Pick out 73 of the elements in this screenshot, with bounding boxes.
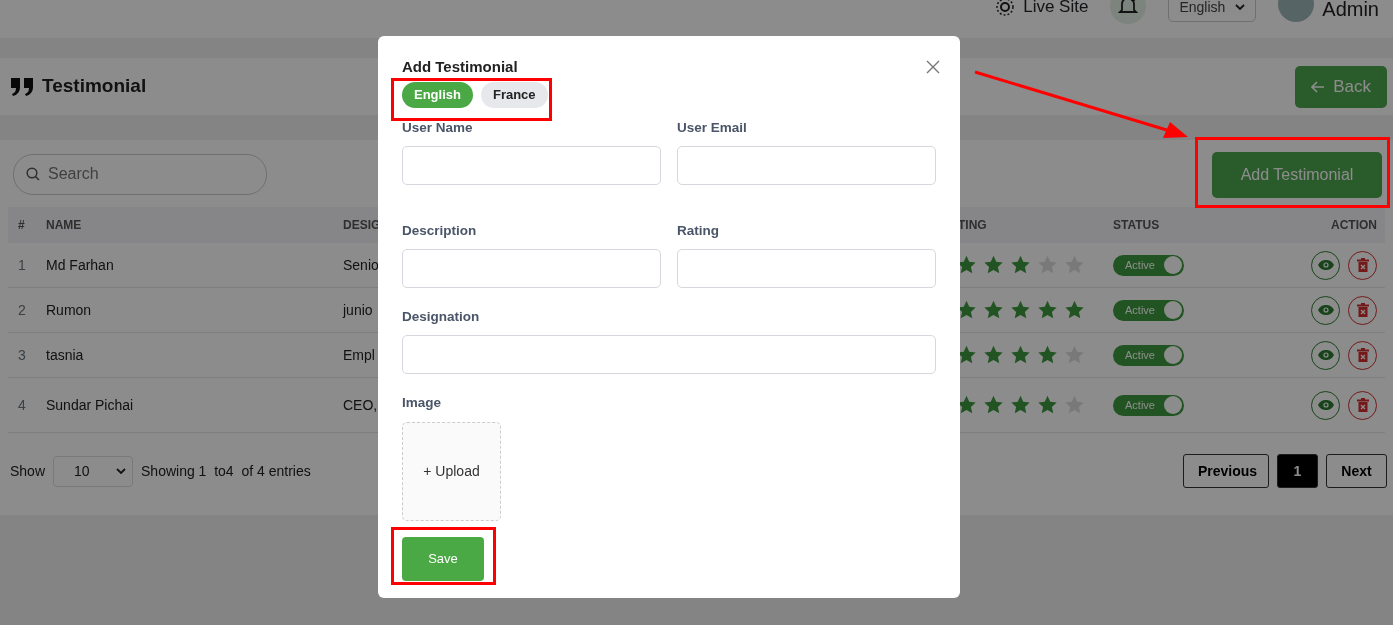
input-field[interactable] xyxy=(402,145,661,185)
user-name[interactable]: Admin xyxy=(1322,0,1379,24)
eye-icon xyxy=(1316,259,1335,271)
status-toggle[interactable]: Active xyxy=(1113,394,1184,416)
status-toggle[interactable]: Active xyxy=(1113,254,1184,276)
table-cell-text: 4 xyxy=(17,395,27,415)
view-button[interactable] xyxy=(1311,340,1340,370)
table-cell-text: Sundar Pichai xyxy=(46,395,135,415)
show-label: Show xyxy=(10,461,46,481)
status-toggle[interactable]: Active xyxy=(1113,344,1184,366)
table-cell: CEO, xyxy=(343,396,378,413)
column-header: STATUS xyxy=(1113,218,1160,232)
add-testimonial-button[interactable]: Add Testimonial xyxy=(1212,152,1382,198)
table-cell-text: 2 xyxy=(17,300,27,320)
table-cell-text: tasnia xyxy=(46,345,85,365)
table-cell-text: Rumon xyxy=(46,300,93,320)
sun-icon xyxy=(995,0,1016,17)
delete-button[interactable] xyxy=(1348,340,1377,370)
trash-icon xyxy=(1356,348,1369,362)
table-cell: junio xyxy=(343,301,373,318)
column-header: # xyxy=(18,218,25,232)
column-header: NAME xyxy=(46,218,82,232)
search-input[interactable]: Search xyxy=(46,161,246,187)
language-select[interactable]: English xyxy=(1168,0,1257,22)
input-field[interactable] xyxy=(402,335,936,375)
trash-icon xyxy=(1356,303,1369,317)
page-button[interactable]: 1 xyxy=(1277,454,1318,488)
view-button[interactable] xyxy=(1311,250,1340,280)
chevron-icon xyxy=(1235,3,1246,11)
delete-button[interactable] xyxy=(1348,250,1377,280)
status-toggle[interactable]: Active xyxy=(1113,299,1184,321)
trash-icon xyxy=(1356,398,1369,412)
field-label: Description xyxy=(402,221,478,240)
delete-button[interactable] xyxy=(1348,390,1377,420)
eye-icon xyxy=(1316,399,1335,411)
eye-icon xyxy=(1316,349,1335,361)
next-button[interactable]: Next xyxy=(1326,454,1387,488)
table-cell-text: 3 xyxy=(17,345,27,365)
table-cell-text: 1 xyxy=(17,255,27,275)
search-icon xyxy=(26,167,40,181)
table-cell: Empl xyxy=(343,346,375,363)
language-tab[interactable]: France xyxy=(480,81,548,108)
page-size-select[interactable]: 10 xyxy=(53,455,134,487)
field-label: Rating xyxy=(677,221,720,240)
column-header: TING xyxy=(958,218,987,232)
back-button[interactable]: Back xyxy=(1295,65,1387,108)
previous-button[interactable]: Previous xyxy=(1183,454,1269,488)
upload-button[interactable]: + Upload xyxy=(402,421,501,521)
input-field[interactable] xyxy=(677,145,936,185)
eye-icon xyxy=(1316,304,1335,316)
quote-icon xyxy=(10,76,34,97)
search-field[interactable]: Search xyxy=(13,153,267,195)
view-button[interactable] xyxy=(1311,295,1340,325)
page-title: Testimonial xyxy=(42,74,147,99)
entries-info: Showing 1 to4 of 4 entries xyxy=(141,461,311,481)
field-label: Designation xyxy=(402,308,481,326)
column-header: ACTION xyxy=(1331,218,1377,232)
chevron-icon xyxy=(116,467,127,475)
field-label: User Name xyxy=(402,118,474,137)
input-field[interactable] xyxy=(402,249,661,288)
field-label: User Email xyxy=(677,118,748,137)
trash-icon xyxy=(1356,258,1369,272)
table-cell-text: Md Farhan xyxy=(46,255,115,275)
arrow-left-icon xyxy=(1311,80,1326,93)
input-field[interactable] xyxy=(677,249,936,288)
table-cell: Senio xyxy=(343,256,379,273)
language-tab[interactable]: English xyxy=(402,81,473,108)
field-label: Image xyxy=(402,394,443,413)
save-button[interactable]: Save xyxy=(402,536,484,581)
delete-button[interactable] xyxy=(1348,295,1377,325)
view-button[interactable] xyxy=(1311,390,1340,420)
modal-title: Add Testimonial xyxy=(402,58,518,75)
live-site-link[interactable]: Live Site xyxy=(995,0,1089,20)
